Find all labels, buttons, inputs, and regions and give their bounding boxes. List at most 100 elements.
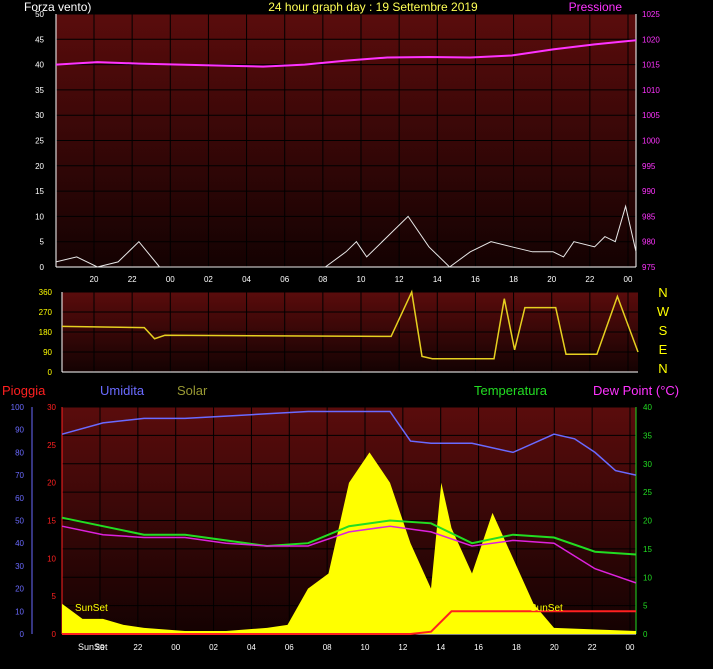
panel3-temp-tick-label: 10 bbox=[643, 573, 652, 582]
panel3-temp-tick-label: 35 bbox=[643, 431, 652, 440]
panel3-rain-tick-label: 0 bbox=[52, 630, 57, 639]
panel1-hour-label: 02 bbox=[204, 275, 213, 284]
panel1-right-label: Pressione bbox=[569, 0, 623, 14]
panel2-left-tick-label: 90 bbox=[43, 348, 52, 357]
panel1-right-tick-label: 1000 bbox=[642, 137, 660, 146]
panel1-right-tick-label: 1015 bbox=[642, 61, 660, 70]
panel1-right-tick-label: 985 bbox=[642, 212, 656, 221]
panel3-temp-tick-label: 30 bbox=[643, 460, 652, 469]
panel1-left-tick-label: 0 bbox=[40, 263, 45, 272]
panel2-left-tick-label: 270 bbox=[39, 308, 53, 317]
solar-label: Solar bbox=[177, 383, 208, 398]
sunset-label-bottom: SunSet bbox=[78, 642, 108, 652]
sunset-label-left: SunSet bbox=[75, 603, 108, 614]
panel2-compass-label: N bbox=[658, 285, 667, 300]
panel1-hour-label: 22 bbox=[128, 275, 137, 284]
panel1-hour-label: 22 bbox=[585, 275, 594, 284]
panel1-right-tick-label: 990 bbox=[642, 187, 656, 196]
panel3-humidity-tick-label: 80 bbox=[15, 448, 24, 457]
panel2-left-ticks: 0 90 180 270 360 bbox=[39, 288, 53, 377]
panel3-temp-tick-label: 40 bbox=[643, 403, 652, 412]
panel3-temp-tick-label: 5 bbox=[643, 602, 648, 611]
panel3-humidity-tick-label: 10 bbox=[15, 607, 24, 616]
panel1-hour-label: 00 bbox=[624, 275, 633, 284]
panel1-right-tick-label: 995 bbox=[642, 162, 656, 171]
rain-label: Pioggia bbox=[2, 383, 46, 398]
panel3-humidity-tick-label: 0 bbox=[20, 630, 25, 639]
panel1-left-tick-label: 40 bbox=[35, 61, 44, 70]
panel3-hour-label: 02 bbox=[209, 643, 218, 652]
panel3-humidity-tick-label: 50 bbox=[15, 517, 24, 526]
temperature-label: Temperatura bbox=[474, 383, 548, 398]
panel1-left-tick-label: 30 bbox=[35, 111, 44, 120]
panel3-temp-tick-label: 25 bbox=[643, 488, 652, 497]
panel1-title: 24 hour graph day : 19 Settembre 2019 bbox=[268, 0, 478, 14]
panel1-left-tick-label: 50 bbox=[35, 10, 44, 19]
panel1-left-tick-label: 35 bbox=[35, 86, 44, 95]
panel3-rain-tick-label: 15 bbox=[47, 517, 56, 526]
panel3-temperature-ticks: 0 5 10 15 20 25 30 35 40 bbox=[643, 403, 652, 639]
panel3-hour-label: 14 bbox=[436, 643, 445, 652]
panel1-right-tick-label: 1005 bbox=[642, 111, 660, 120]
panel1-hour-label: 06 bbox=[280, 275, 289, 284]
panel2-compass-label: S bbox=[659, 323, 668, 338]
panel3-humidity-tick-label: 20 bbox=[15, 585, 24, 594]
panel1-right-ticks: 975 980 985 990 995 1000 1005 1010 1015 1020 1025 bbox=[642, 10, 660, 272]
panel1-hour-labels: 20 22 00 02 04 06 08 10 12 14 16 18 20 22 00 bbox=[90, 275, 633, 284]
panel3-hour-label: 00 bbox=[171, 643, 180, 652]
panel1-left-tick-label: 15 bbox=[35, 187, 44, 196]
panel1-hour-label: 20 bbox=[90, 275, 99, 284]
panel3-humidity-ticks: 0 10 20 30 40 50 60 70 80 90 100 bbox=[11, 403, 25, 639]
panel3-humidity-tick-label: 90 bbox=[15, 426, 24, 435]
panel1-hour-label: 20 bbox=[547, 275, 556, 284]
panel3-humidity-tick-label: 30 bbox=[15, 562, 24, 571]
panel3-temp-tick-label: 0 bbox=[643, 630, 648, 639]
panel1-hour-label: 00 bbox=[166, 275, 175, 284]
panel1-right-tick-label: 975 bbox=[642, 263, 656, 272]
panel1-left-tick-label: 25 bbox=[35, 137, 44, 146]
panel2-compass-label: W bbox=[657, 304, 670, 319]
panel1-hour-label: 08 bbox=[318, 275, 327, 284]
sunset-label-right: SunSet bbox=[530, 603, 563, 614]
panel3-humidity-tick-label: 40 bbox=[15, 539, 24, 548]
dewpoint-label: Dew Point (°C) bbox=[593, 383, 679, 398]
panel1-hour-label: 16 bbox=[471, 275, 480, 284]
panel1-hour-label: 04 bbox=[242, 275, 251, 284]
panel2-left-tick-label: 0 bbox=[48, 368, 53, 377]
panel3-rain-tick-label: 30 bbox=[47, 403, 56, 412]
panel2-compass-label: N bbox=[658, 361, 667, 376]
panel1-hour-label: 18 bbox=[509, 275, 518, 284]
panel2-compass-labels: NWSEN bbox=[657, 285, 670, 376]
panel1-right-tick-label: 1010 bbox=[642, 86, 660, 95]
panel3-temp-tick-label: 20 bbox=[643, 517, 652, 526]
panel1-left-tick-label: 10 bbox=[35, 212, 44, 221]
panel3-hour-labels: 20 22 00 02 04 06 08 10 12 14 16 18 20 22 00 bbox=[96, 643, 635, 652]
panel1-right-tick-label: 1025 bbox=[642, 10, 660, 19]
panel3-hour-label: 16 bbox=[474, 643, 483, 652]
panel3-rain-tick-label: 25 bbox=[47, 441, 56, 450]
panel3-hour-label: 06 bbox=[285, 643, 294, 652]
panel3-rain-tick-label: 5 bbox=[52, 592, 57, 601]
panel3-hour-label: 00 bbox=[626, 643, 635, 652]
panel3-hour-label: 20 bbox=[550, 643, 559, 652]
panel3-hour-label: 22 bbox=[133, 643, 142, 652]
panel3-rain-ticks: 0 5 10 15 20 25 30 bbox=[47, 403, 56, 639]
panel3-humidity-tick-label: 60 bbox=[15, 494, 24, 503]
panel3-hour-label: 18 bbox=[512, 643, 521, 652]
panel1-left-label: Forza vento) bbox=[24, 0, 91, 14]
panel2-left-tick-label: 360 bbox=[39, 288, 53, 297]
humidity-label: Umidita bbox=[100, 383, 145, 398]
panel1-left-tick-label: 20 bbox=[35, 162, 44, 171]
panel1-right-tick-label: 1020 bbox=[642, 35, 660, 44]
panel2-left-tick-label: 180 bbox=[39, 328, 53, 337]
panel3-hour-label: 08 bbox=[323, 643, 332, 652]
weather-24h-charts: 24 hour graph day : 19 Settembre 2019 Fo… bbox=[2, 0, 679, 652]
panel1-hour-label: 14 bbox=[433, 275, 442, 284]
panel3-hour-label: 12 bbox=[398, 643, 407, 652]
panel2-compass-label: E bbox=[659, 342, 668, 357]
panel1-left-tick-label: 5 bbox=[40, 238, 45, 247]
panel3-humidity-tick-label: 100 bbox=[11, 403, 25, 412]
panel3-humidity-tick-label: 70 bbox=[15, 471, 24, 480]
panel3-hour-label: 22 bbox=[588, 643, 597, 652]
panel3-rain-tick-label: 20 bbox=[47, 479, 56, 488]
